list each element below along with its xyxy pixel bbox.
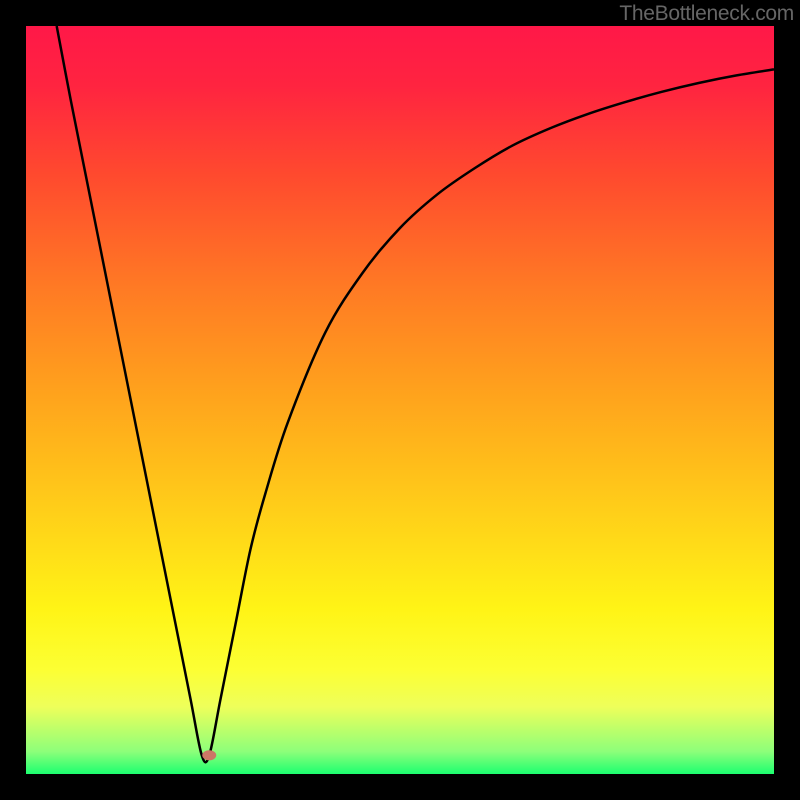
plot-background xyxy=(26,26,774,774)
chart-root: TheBottleneck.com xyxy=(0,0,800,800)
chart-svg xyxy=(0,0,800,800)
plot-area xyxy=(13,13,787,787)
watermark: TheBottleneck.com xyxy=(619,2,794,26)
optimal-point-marker xyxy=(202,750,216,760)
